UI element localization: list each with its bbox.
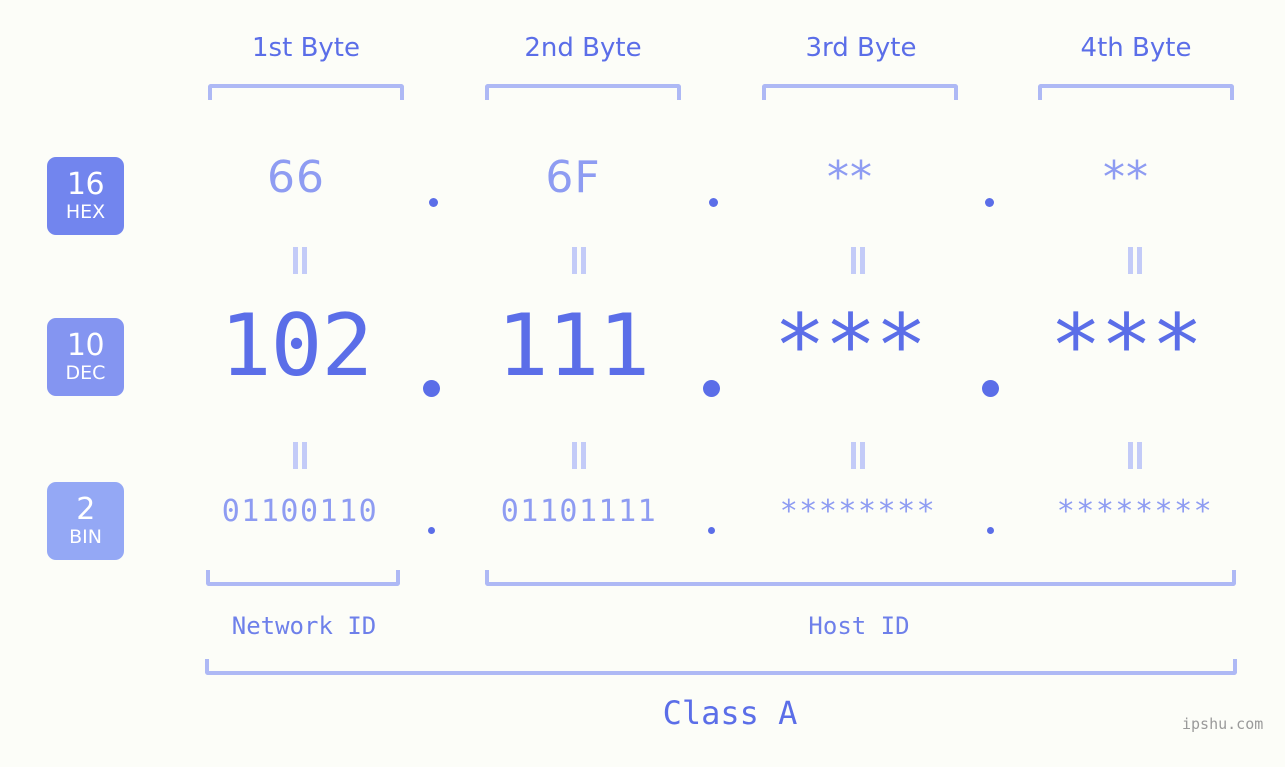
dec-separator-dot-3 xyxy=(982,380,999,397)
dec-separator-dot-1 xyxy=(423,380,440,397)
hex-separator-dot-2 xyxy=(709,198,718,207)
byte-bracket-3 xyxy=(762,84,958,100)
byte-header-1: 1st Byte xyxy=(252,33,360,63)
radix-badge-dec: 10 DEC xyxy=(47,318,124,396)
dec-byte-4: *** xyxy=(1049,296,1203,396)
equality-connector-dec-bin-2 xyxy=(571,442,587,469)
equality-connector-dec-bin-1 xyxy=(292,442,308,469)
byte-header-2: 2nd Byte xyxy=(524,33,642,63)
network-id-label: Network ID xyxy=(231,612,377,640)
radix-badge-hex: 16 HEX xyxy=(47,157,124,235)
radix-badge-hex-name: HEX xyxy=(65,201,106,223)
dec-byte-2: 111 xyxy=(496,296,650,396)
bin-separator-dot-1 xyxy=(428,527,435,534)
radix-badge-dec-name: DEC xyxy=(65,362,106,384)
radix-badge-bin-number: 2 xyxy=(76,492,95,527)
hex-byte-1: 66 xyxy=(267,152,325,203)
radix-badge-bin: 2 BIN xyxy=(47,482,124,560)
radix-badge-hex-number: 16 xyxy=(66,167,105,202)
hex-byte-2: 6F xyxy=(545,152,601,203)
equality-connector-dec-bin-3 xyxy=(850,442,866,469)
host-id-label: Host ID xyxy=(808,612,910,640)
watermark: ipshu.com xyxy=(1182,715,1264,733)
dec-separator-dot-2 xyxy=(703,380,720,397)
byte-header-3: 3rd Byte xyxy=(805,33,917,63)
bin-separator-dot-3 xyxy=(987,527,994,534)
class-bracket xyxy=(205,659,1237,675)
hex-separator-dot-3 xyxy=(985,198,994,207)
bin-byte-2: 01101111 xyxy=(500,494,658,529)
dec-byte-1: 102 xyxy=(219,296,373,396)
bin-byte-4: ******** xyxy=(1056,494,1214,529)
dec-byte-3: *** xyxy=(773,296,927,396)
radix-badge-bin-name: BIN xyxy=(69,526,102,548)
byte-bracket-2 xyxy=(485,84,681,100)
equality-connector-hex-dec-2 xyxy=(571,247,587,274)
bin-byte-1: 01100110 xyxy=(221,494,379,529)
equality-connector-hex-dec-4 xyxy=(1127,247,1143,274)
bin-byte-3: ******** xyxy=(779,494,937,529)
byte-bracket-1 xyxy=(208,84,404,100)
equality-connector-dec-bin-4 xyxy=(1127,442,1143,469)
network-id-bracket xyxy=(206,570,400,586)
radix-badge-dec-number: 10 xyxy=(66,328,105,363)
equality-connector-hex-dec-1 xyxy=(292,247,308,274)
class-label: Class A xyxy=(662,694,798,732)
equality-connector-hex-dec-3 xyxy=(850,247,866,274)
hex-separator-dot-1 xyxy=(429,198,438,207)
bin-separator-dot-2 xyxy=(708,527,715,534)
hex-byte-3: ** xyxy=(827,152,873,203)
ip-address-breakdown-diagram: 1st Byte 2nd Byte 3rd Byte 4th Byte 16 H… xyxy=(0,0,1285,767)
byte-bracket-4 xyxy=(1038,84,1234,100)
host-id-bracket xyxy=(485,570,1236,586)
byte-header-4: 4th Byte xyxy=(1080,33,1192,63)
hex-byte-4: ** xyxy=(1103,152,1149,203)
